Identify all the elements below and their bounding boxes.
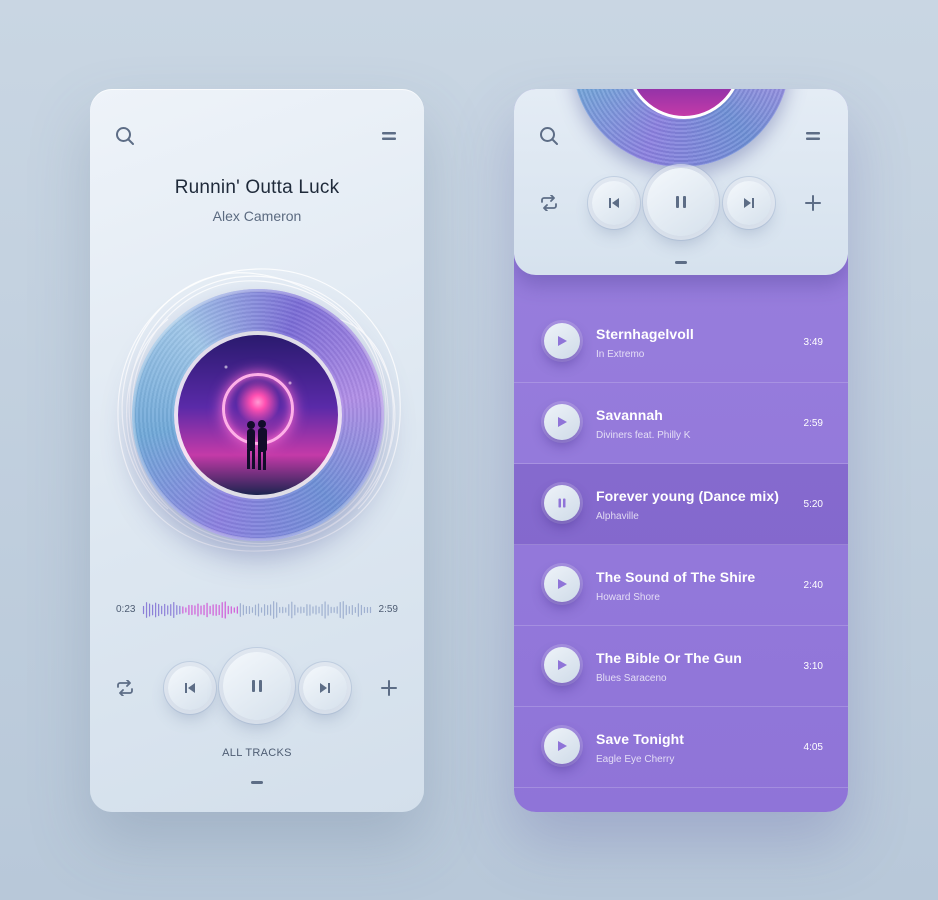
menu-icon[interactable]: [802, 127, 824, 145]
pause-icon: [676, 196, 686, 208]
plus-icon[interactable]: [802, 192, 824, 214]
next-button[interactable]: [727, 181, 771, 225]
play-button[interactable]: [544, 404, 580, 440]
song-artist: Alex Cameron: [212, 208, 302, 224]
track-list-card: Sternhagelvoll In Extremo 3:49 Savannah …: [514, 89, 848, 812]
list-item[interactable]: The Sound of The Shire Howard Shore 2:40: [514, 545, 848, 626]
track-list: Sternhagelvoll In Extremo 3:49 Savannah …: [514, 302, 848, 788]
track-artist: Howard Shore: [596, 592, 660, 603]
track-title: Forever young (Dance mix): [596, 488, 779, 504]
waveform[interactable]: [142, 596, 372, 624]
drawer-handle[interactable]: [675, 261, 687, 264]
track-duration: 2:59: [803, 418, 823, 429]
list-item[interactable]: Savannah Diviners feat. Philly K 2:59: [514, 383, 848, 464]
next-button[interactable]: [303, 666, 347, 710]
play-button[interactable]: [544, 728, 580, 764]
track-title: Save Tonight: [596, 731, 685, 747]
track-artist: Alphaville: [596, 511, 639, 522]
play-button[interactable]: [544, 323, 580, 359]
track-artist: Diviners feat. Philly K: [596, 430, 691, 441]
play-button[interactable]: [544, 647, 580, 683]
list-item-active[interactable]: Forever young (Dance mix) Alphaville 5:2…: [514, 464, 848, 545]
list-item[interactable]: Save Tonight Eagle Eye Cherry 4:05: [514, 707, 848, 788]
previous-icon: [185, 683, 195, 693]
search-icon[interactable]: [114, 125, 136, 147]
song-title: Runnin' Outta Luck: [174, 177, 340, 198]
pause-button[interactable]: [647, 168, 715, 236]
track-artist: Blues Saraceno: [596, 673, 667, 684]
track-title: Savannah: [596, 407, 663, 423]
playback-controls: [90, 649, 424, 729]
track-duration: 2:40: [803, 580, 823, 591]
play-icon: [558, 579, 567, 589]
track-title: Sternhagelvoll: [596, 326, 694, 342]
vinyl-record: [572, 89, 790, 167]
list-item[interactable]: The Bible Or The Gun Blues Saraceno 3:10: [514, 626, 848, 707]
album-art: [174, 331, 342, 499]
app-screen: Runnin' Outta Luck Alex Cameron 0:23 2:5…: [0, 0, 938, 900]
play-icon: [558, 417, 567, 427]
vinyl-record: [132, 289, 384, 541]
track-duration: 3:10: [803, 661, 823, 672]
track-duration: 5:20: [803, 499, 823, 510]
total-time: 2:59: [378, 604, 398, 615]
previous-icon: [609, 198, 619, 208]
track-title: The Sound of The Shire: [596, 569, 756, 585]
play-button[interactable]: [544, 566, 580, 602]
pause-button[interactable]: [223, 652, 291, 720]
all-tracks-link[interactable]: ALL TRACKS: [90, 747, 424, 759]
repeat-icon[interactable]: [538, 192, 560, 214]
menu-icon[interactable]: [378, 127, 400, 145]
track-artist: In Extremo: [596, 349, 645, 360]
play-icon: [558, 336, 567, 346]
plus-icon[interactable]: [378, 677, 400, 699]
pause-icon: [558, 498, 566, 508]
next-icon: [744, 198, 754, 208]
drawer-handle[interactable]: [251, 781, 263, 784]
play-icon: [558, 660, 567, 670]
pause-button[interactable]: [544, 485, 580, 521]
album-visualizer: [108, 259, 408, 559]
now-playing-card: Runnin' Outta Luck Alex Cameron 0:23 2:5…: [90, 89, 424, 812]
elapsed-time: 0:23: [116, 604, 136, 615]
track-artist: Eagle Eye Cherry: [596, 754, 675, 765]
play-icon: [558, 741, 567, 751]
list-item[interactable]: Sternhagelvoll In Extremo 3:49: [514, 302, 848, 383]
mini-player: [514, 89, 848, 275]
previous-button[interactable]: [592, 181, 636, 225]
next-icon: [320, 683, 330, 693]
previous-button[interactable]: [168, 666, 212, 710]
repeat-icon[interactable]: [114, 677, 136, 699]
track-duration: 3:49: [803, 337, 823, 348]
progress-bar[interactable]: 0:23 2:59: [116, 596, 398, 624]
search-icon[interactable]: [538, 125, 560, 147]
track-duration: 4:05: [803, 742, 823, 753]
pause-icon: [252, 680, 262, 692]
track-title: The Bible Or The Gun: [596, 650, 742, 666]
